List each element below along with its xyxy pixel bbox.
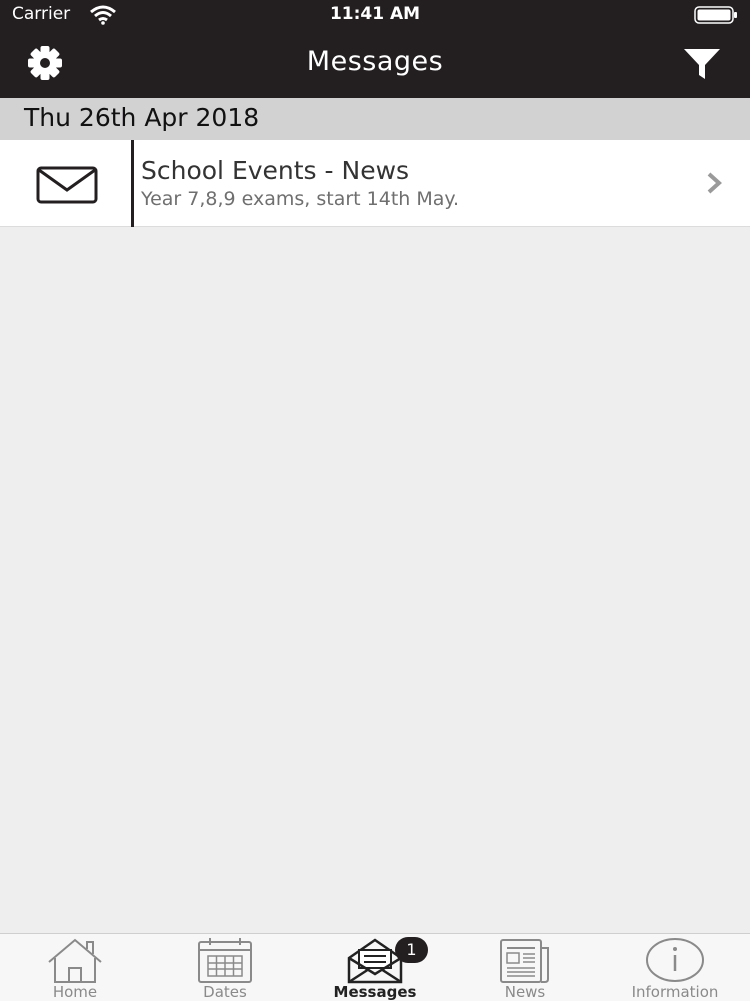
nav-bar: Messages [0,30,750,98]
envelope-icon [36,166,98,204]
message-row[interactable]: School Events - News Year 7,8,9 exams, s… [0,140,750,227]
battery-icon [694,6,737,24]
row-divider [131,140,134,227]
message-title: School Events - News [141,156,410,185]
tab-label: Dates [203,983,247,1001]
tab-dates[interactable]: Dates [150,934,300,1001]
status-bar: Carrier 11:41 AM [0,0,750,30]
tab-home[interactable]: Home [0,934,150,1001]
date-section-header: Thu 26th Apr 2018 [0,98,750,140]
tab-label: Home [52,983,98,1001]
tab-information[interactable]: Information [600,934,750,1001]
tab-bar: Home Dates 1 Messages News Information [0,933,750,1001]
section-date: Thu 26th Apr 2018 [24,103,260,132]
info-icon [646,938,704,982]
status-time: 11:41 AM [329,4,421,24]
filter-icon [684,49,720,79]
tab-label: News [504,983,546,1001]
filter-button[interactable] [682,46,722,82]
tab-news[interactable]: News [450,934,600,1001]
tab-messages[interactable]: 1 Messages [300,934,450,1001]
unread-badge: 1 [395,937,428,963]
home-icon [48,938,102,983]
page-title: Messages [306,46,444,77]
chevron-right-icon [707,172,722,194]
message-subtitle: Year 7,8,9 exams, start 14th May. [141,188,459,210]
tab-label: Messages [333,983,417,1001]
tab-label: Information [631,983,719,1001]
calendar-icon [198,938,252,983]
newspaper-icon [500,939,549,983]
